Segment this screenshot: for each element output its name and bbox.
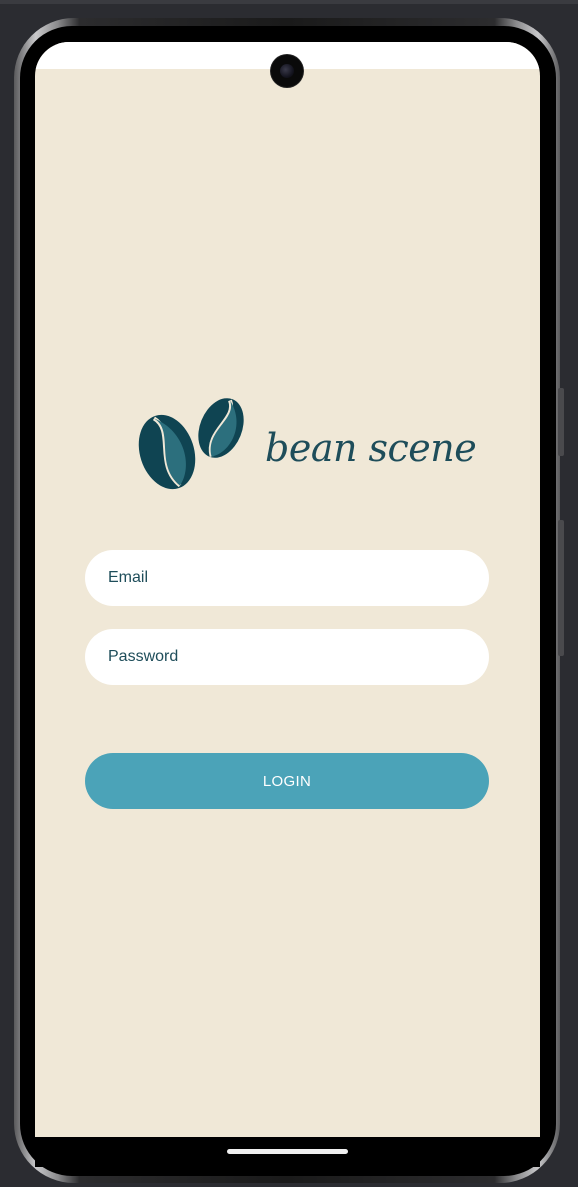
password-field[interactable]	[108, 648, 466, 666]
coffee-beans-icon	[138, 398, 244, 490]
app-name-text: bean scene	[265, 426, 477, 470]
home-indicator[interactable]	[227, 1149, 348, 1154]
power-button[interactable]	[558, 520, 564, 656]
front-camera	[271, 55, 303, 87]
login-button[interactable]: LOGIN	[85, 753, 489, 809]
volume-button[interactable]	[558, 388, 564, 456]
email-field[interactable]	[108, 569, 466, 587]
ide-toolbar-strip	[0, 0, 578, 4]
app-screen: bean scene LOGIN	[35, 42, 540, 1137]
email-field-container[interactable]	[85, 550, 489, 606]
app-logo: bean scene	[137, 398, 477, 498]
password-field-container[interactable]	[85, 629, 489, 685]
